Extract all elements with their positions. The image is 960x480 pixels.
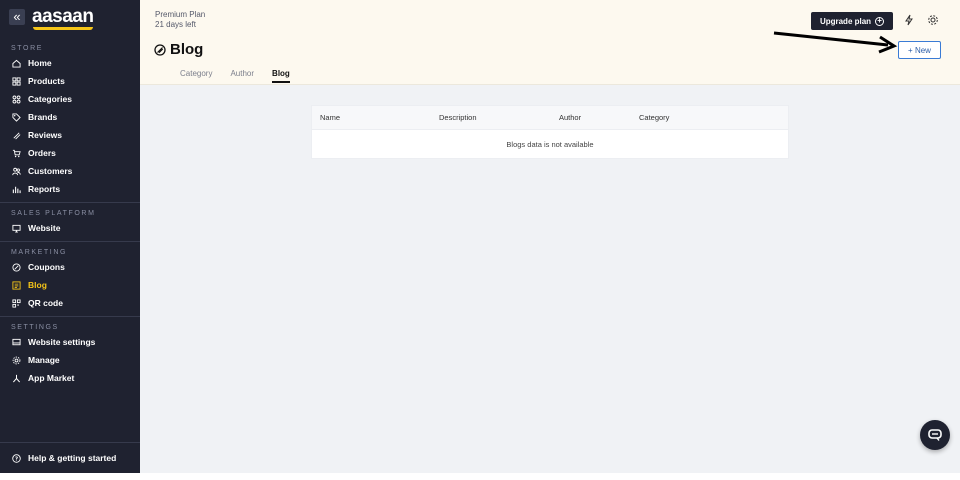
chat-widget-button[interactable] [920,420,950,450]
help-item[interactable]: ? Help & getting started [0,453,116,463]
tag-icon [11,112,21,122]
sidebar-item-brands[interactable]: Brands [0,108,140,126]
column-header-name[interactable]: Name [312,113,431,122]
collapse-sidebar-button[interactable]: « [9,9,25,25]
plan-remaining: 21 days left [155,20,196,29]
chart-icon [11,184,21,194]
sidebar-item-qr-code[interactable]: QR code [0,294,140,312]
sidebar-item-website-settings[interactable]: Website settings [0,333,140,351]
help-icon: ? [11,453,21,463]
main-content: Name Description Author Category Blogs d… [140,85,960,473]
sidebar-item-label: Website [28,223,61,233]
logo[interactable]: aasaan [32,7,94,30]
column-header-category[interactable]: Category [631,113,751,122]
sidebar-divider [0,202,140,203]
empty-state-message: Blogs data is not available [506,139,594,149]
sidebar-item-orders[interactable]: Orders [0,144,140,162]
sidebar-item-home[interactable]: Home [0,54,140,72]
plan-name: Premium Plan [155,10,206,19]
sidebar-item-label: Website settings [28,337,96,347]
sidebar-item-label: Coupons [28,262,65,272]
section-label: SETTINGS [11,324,59,331]
tab-blog[interactable]: Blog [272,69,290,83]
monitor-icon [11,223,21,233]
upgrade-plan-label: Upgrade plan [819,16,872,26]
customers-icon [11,166,21,176]
tab-category[interactable]: Category [180,69,212,83]
blog-badge-icon [154,43,166,56]
section-label: SALES PLATFORM [11,210,96,217]
gear-icon[interactable] [927,14,939,26]
annotation-arrow [773,31,898,54]
sidebar-item-label: App Market [28,373,75,383]
lightning-icon[interactable] [903,14,915,26]
reviews-icon [11,130,21,140]
sidebar-item-label: Orders [28,148,56,158]
new-blog-button[interactable]: + New [898,41,941,59]
qr-icon [11,298,21,308]
tab-bar: Category Author Blog [180,69,308,83]
sidebar-item-website[interactable]: Website [0,219,140,237]
sidebar-nav: STORE Home Products Categories Brands Reviews… [0,44,140,387]
svg-text:?: ? [14,456,17,462]
plus-circle-icon: + [875,16,885,26]
sidebar-item-label: Reports [28,184,61,194]
plan-info: Premium Plan 21 days left [155,10,205,30]
help-label: Help & getting started [28,453,117,463]
sidebar-item-reports[interactable]: Reports [0,180,140,198]
chat-icon [928,429,942,441]
gear-icon [11,355,21,365]
sidebar-item-categories[interactable]: Categories [0,90,140,108]
sidebar-item-label: QR code [28,298,63,308]
column-header-description[interactable]: Description [431,113,551,122]
sidebar-item-label: Brands [28,112,58,122]
tab-author[interactable]: Author [230,69,254,83]
sidebar-divider [0,241,140,242]
cart-icon [11,148,21,158]
products-icon [11,76,21,86]
sidebar-item-label: Reviews [28,130,63,140]
sidebar-item-label: Customers [28,166,73,176]
section-label: MARKETING [11,249,68,256]
sidebar-item-reviews[interactable]: Reviews [0,126,140,144]
table-header: Name Description Author Category [312,106,788,130]
sidebar-item-label: Manage [28,355,60,365]
coupon-icon [11,262,21,272]
page-title-text: Blog [170,41,204,58]
app-market-icon [11,373,21,383]
section-label: STORE [11,45,43,52]
sidebar-item-label: Categories [28,94,72,104]
sidebar-item-label: Home [28,58,52,68]
brand-bar: « aasaan [0,0,140,34]
sidebar: « aasaan STORE Home Products Categories Bran… [0,0,140,473]
blog-icon [11,280,21,290]
page-title: Blog [154,41,203,58]
sidebar-item-products[interactable]: Products [0,72,140,90]
blogs-table: Name Description Author Category Blogs d… [311,105,789,159]
help-link[interactable]: ? Help & getting started [0,442,140,473]
sidebar-item-manage[interactable]: Manage [0,351,140,369]
sidebar-item-label: Products [28,76,65,86]
home-icon [11,58,21,68]
sidebar-item-blog[interactable]: Blog [0,276,140,294]
sidebar-item-label: Blog [28,280,47,290]
website-settings-icon [11,337,21,347]
sidebar-divider [0,316,140,317]
column-header-author[interactable]: Author [551,113,631,122]
sidebar-item-app-market[interactable]: App Market [0,369,140,387]
sidebar-item-coupons[interactable]: Coupons [0,258,140,276]
categories-icon [11,94,21,104]
sidebar-item-customers[interactable]: Customers [0,162,140,180]
